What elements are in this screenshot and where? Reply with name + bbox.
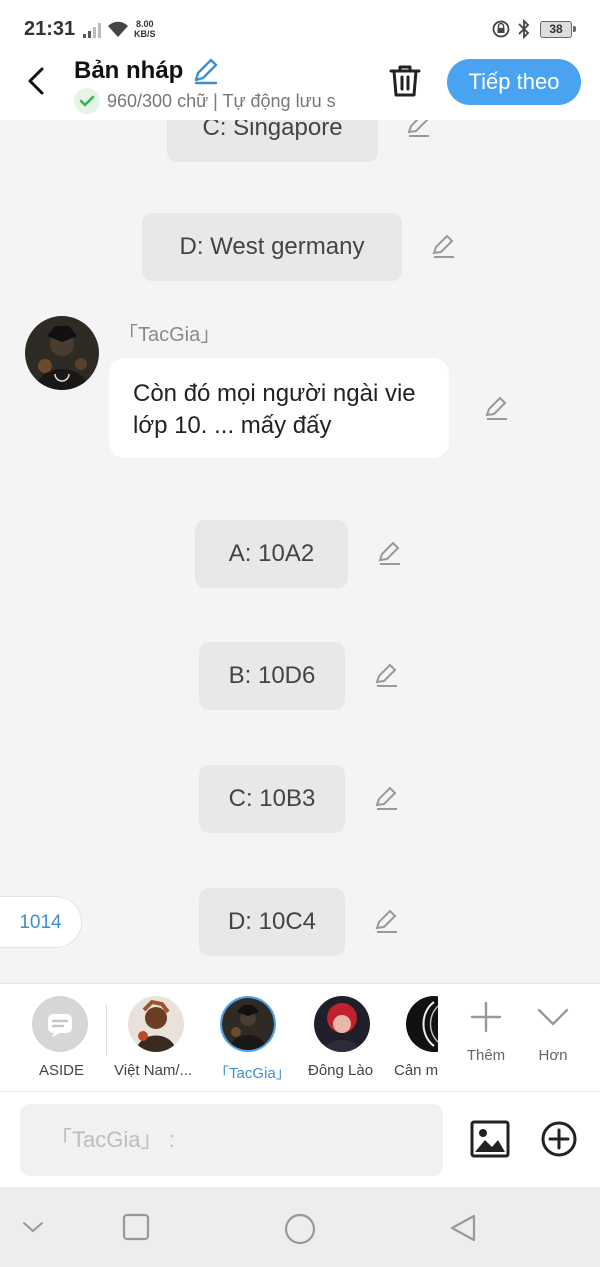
character-avatar-selected xyxy=(220,996,276,1052)
option-bubble[interactable]: A: 10A2 xyxy=(195,520,348,588)
nav-back-icon[interactable] xyxy=(448,1213,478,1243)
message-input[interactable] xyxy=(20,1104,443,1176)
input-bar xyxy=(0,1091,600,1187)
edit-pencil-icon[interactable] xyxy=(377,540,403,566)
option-bubble[interactable]: C: 10B3 xyxy=(199,765,345,833)
character-label: Cân m xyxy=(394,1062,438,1079)
character-label: ASIDE xyxy=(39,1062,85,1079)
option-bubble[interactable]: C: Singapore xyxy=(167,120,378,162)
edit-pencil-icon[interactable] xyxy=(484,395,510,421)
more-label: Hơn xyxy=(538,1047,568,1064)
character-label: 「TacGia」 xyxy=(214,1065,291,1082)
word-count-autosave: 960/300 chữ | Tự động lưu s xyxy=(107,91,336,111)
sender-avatar[interactable] xyxy=(25,316,99,390)
nav-collapse-icon[interactable] xyxy=(20,1217,46,1237)
divider xyxy=(106,1004,107,1056)
nav-recents-icon[interactable] xyxy=(122,1213,150,1241)
saved-check-icon xyxy=(74,88,100,114)
speed-unit: KB/S xyxy=(134,29,156,39)
back-arrow-icon[interactable] xyxy=(22,66,52,96)
save-status: 960/300 chữ | Tự động lưu s xyxy=(74,88,364,114)
nav-home-icon[interactable] xyxy=(284,1213,316,1245)
chat-area[interactable]: C: Singapore D: West germany 「TacGia」 Cò… xyxy=(0,120,600,983)
edit-pencil-icon[interactable] xyxy=(374,785,400,811)
battery-indicator: 38 xyxy=(540,21,576,38)
status-bar: 21:31 8.00 KB/S 38 xyxy=(0,0,600,58)
system-nav-bar xyxy=(0,1187,600,1267)
option-bubble[interactable]: B: 10D6 xyxy=(199,642,345,710)
status-time: 21:31 xyxy=(24,18,76,40)
character-avatar xyxy=(314,996,370,1052)
add-circle-icon[interactable] xyxy=(540,1120,578,1158)
character-label: Đông Lào xyxy=(308,1062,374,1079)
character-avatar xyxy=(406,996,438,1052)
plus-icon xyxy=(470,1001,502,1033)
character-avatar xyxy=(128,996,184,1052)
image-icon[interactable] xyxy=(470,1120,510,1158)
wifi-icon xyxy=(108,21,128,37)
header: Bản nháp 960/300 chữ | Tự động lưu s Tiế… xyxy=(0,56,600,120)
speed-value: 8.00 xyxy=(135,19,154,29)
edit-pencil-icon[interactable] xyxy=(374,662,400,688)
edit-pencil-icon[interactable] xyxy=(374,908,400,934)
network-speed: 8.00 KB/S xyxy=(134,19,156,39)
character-aside[interactable]: ASIDE xyxy=(16,984,104,1092)
page-title: Bản nháp xyxy=(74,57,184,84)
character-tacgia[interactable]: 「TacGia」 xyxy=(206,984,291,1092)
chevron-down-icon xyxy=(537,1008,569,1026)
trash-icon[interactable] xyxy=(388,63,422,99)
edit-pencil-icon[interactable] xyxy=(431,233,457,259)
signal-icon xyxy=(83,23,101,38)
character-dong-lao[interactable]: Đông Lào xyxy=(302,984,382,1092)
edit-pencil-icon[interactable] xyxy=(406,120,432,138)
character-label: Việt Nam/... xyxy=(114,1062,193,1079)
sender-name: 「TacGia」 xyxy=(118,324,221,346)
rotation-lock-icon xyxy=(492,20,510,38)
next-button[interactable]: Tiếp theo xyxy=(447,59,581,105)
option-bubble[interactable]: D: 10C4 xyxy=(199,888,345,956)
more-characters-button[interactable]: Hơn xyxy=(523,1000,583,1064)
add-character-button[interactable]: Thêm xyxy=(456,1000,516,1064)
message-bubble[interactable]: Còn đó mọi người ngài vie lớp 10. ... mấ… xyxy=(109,358,449,458)
add-label: Thêm xyxy=(466,1047,506,1064)
aside-chat-icon xyxy=(32,996,88,1052)
option-bubble[interactable]: D: West germany xyxy=(142,213,402,281)
bluetooth-icon xyxy=(518,19,530,39)
edit-title-pencil-icon[interactable] xyxy=(191,56,221,86)
count-badge[interactable]: 1014 xyxy=(0,896,82,948)
character-can-m[interactable]: Cân m xyxy=(392,984,438,1092)
character-vietnam[interactable]: Việt Nam/... xyxy=(108,984,204,1092)
character-bar: ASIDE Việt Nam/... 「TacGia」 Đông Lào Cân… xyxy=(0,983,600,1091)
